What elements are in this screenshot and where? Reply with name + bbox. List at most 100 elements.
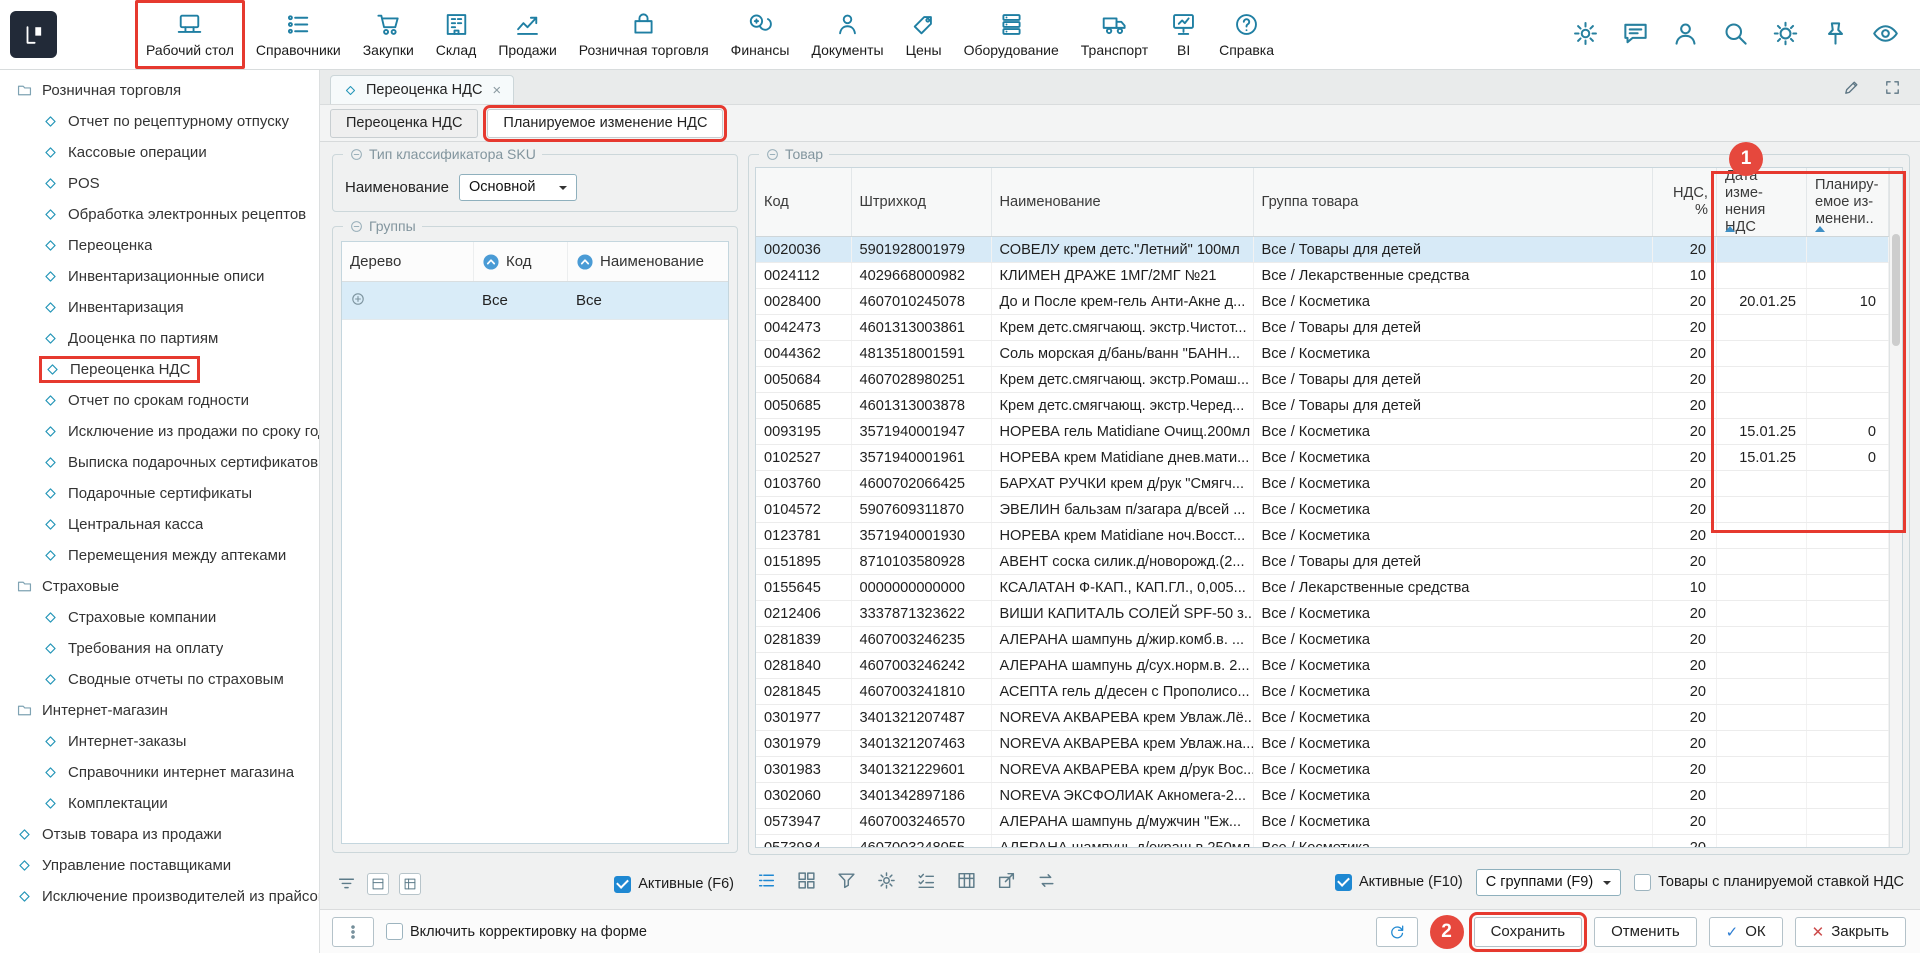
nav-item-warehouse[interactable]: Склад <box>425 0 488 69</box>
eye-button[interactable] <box>1869 17 1902 53</box>
sidebar-item[interactable]: Подарочные сертификаты <box>0 478 319 509</box>
filter-button[interactable] <box>834 868 859 896</box>
sidebar-item[interactable]: Дооценка по партиям <box>0 323 319 354</box>
check-list-button[interactable] <box>914 868 939 896</box>
fullscreen-icon[interactable] <box>1883 78 1902 97</box>
product-column-header[interactable]: Планиру- емое из- менени.. <box>1807 168 1889 237</box>
nav-item-transport[interactable]: Транспорт <box>1070 0 1159 69</box>
active-f6-checkbox[interactable]: Активные (F6) <box>614 876 734 893</box>
more-actions-button[interactable] <box>332 917 374 947</box>
expand-all-button[interactable] <box>399 873 421 895</box>
product-row[interactable]: 00241124029668000982КЛИМЕН ДРАЖЕ 1МГ/2МГ… <box>756 263 1889 289</box>
nav-item-desktop[interactable]: Рабочий стол <box>135 0 245 69</box>
user-button[interactable] <box>1669 17 1702 53</box>
product-row[interactable]: 01045725907609311870ЭВЕЛИН бальзам п/заг… <box>756 497 1889 523</box>
sidebar-item[interactable]: Интернет-магазин <box>0 695 319 726</box>
classifier-type-select[interactable]: Основной <box>459 174 577 201</box>
sidebar-item[interactable]: Отчет по рецептурному отпуску <box>0 106 319 137</box>
sidebar-item[interactable]: Отзыв товара из продажи <box>0 819 319 850</box>
refresh-button[interactable] <box>1376 917 1418 947</box>
edit-icon[interactable] <box>1842 78 1861 97</box>
product-column-header[interactable]: Штрихкод <box>851 168 991 237</box>
product-row[interactable]: 05739844607003248055АЛЕРАНА шампунь д/ок… <box>756 835 1889 849</box>
product-row[interactable]: 02818404607003246242АЛЕРАНА шампунь д/су… <box>756 653 1889 679</box>
nav-item-list[interactable]: Справочники <box>245 0 352 69</box>
subtab[interactable]: Планируемое изменение НДС <box>487 109 723 138</box>
groups-tree-row[interactable]: ВсеВсе <box>342 282 728 320</box>
nav-item-documents[interactable]: Документы <box>800 0 894 69</box>
collapse-icon[interactable] <box>349 147 364 162</box>
sidebar-item[interactable]: Инвентаризационные описи <box>0 261 319 292</box>
settings-button[interactable] <box>1569 17 1602 53</box>
ok-button[interactable]: ✓ ОК <box>1709 917 1783 947</box>
product-row[interactable]: 02818454607003241810АСЕПТА гель д/десен … <box>756 679 1889 705</box>
groups-column-header[interactable]: Наименование <box>568 242 728 281</box>
product-row[interactable]: 00284004607010245078До и После крем-гель… <box>756 289 1889 315</box>
save-button[interactable]: Сохранить <box>1474 917 1583 947</box>
product-row[interactable]: 01237813571940001930НОРЕВА крем Matidian… <box>756 523 1889 549</box>
product-row[interactable]: 00506854601313003878Крем детс.смягчающ. … <box>756 393 1889 419</box>
cancel-button[interactable]: Отменить <box>1594 917 1697 947</box>
product-column-header[interactable]: Код <box>756 168 851 237</box>
sidebar-item[interactable]: Сводные отчеты по страховым <box>0 664 319 695</box>
sidebar-item[interactable]: Перемещения между аптеками <box>0 540 319 571</box>
swap-button[interactable] <box>1034 868 1059 896</box>
product-column-header[interactable]: Наименование <box>991 168 1253 237</box>
sidebar-item[interactable]: Комплектации <box>0 788 319 819</box>
search-button[interactable] <box>1719 17 1752 53</box>
product-row[interactable]: 00200365901928001979СОВЕЛУ крем детс."Ле… <box>756 237 1889 263</box>
sidebar-item[interactable]: Требования на оплату <box>0 633 319 664</box>
export-button[interactable] <box>994 868 1019 896</box>
sidebar-item[interactable]: Исключение производителей из прайсов <box>0 881 319 912</box>
view-list-button[interactable] <box>754 868 779 896</box>
groups-mode-select[interactable]: С группами (F9) <box>1476 869 1621 896</box>
product-row[interactable]: 02124063337871323622ВИШИ КАПИТАЛЬ СОЛЕЙ … <box>756 601 1889 627</box>
product-row[interactable]: 00424734601313003861Крем детс.смягчающ. … <box>756 315 1889 341</box>
product-row[interactable]: 01556450000000000000КСАЛАТАН Ф-КАП., КАП… <box>756 575 1889 601</box>
sidebar-item[interactable]: Исключение из продажи по сроку годности <box>0 416 319 447</box>
product-column-header[interactable]: Группа товара <box>1253 168 1653 237</box>
product-row[interactable]: 03019793401321207463NOREVA АКВАРЕВА крем… <box>756 731 1889 757</box>
sortasc-icon[interactable] <box>576 253 594 271</box>
sidebar-item[interactable]: Обработка электронных рецептов <box>0 199 319 230</box>
nav-item-cart[interactable]: Закупки <box>352 0 425 69</box>
pin-button[interactable] <box>1819 17 1852 53</box>
subtab[interactable]: Переоценка НДС <box>330 109 478 138</box>
columns-button[interactable] <box>954 868 979 896</box>
sidebar-item[interactable]: Выписка подарочных сертификатов <box>0 447 319 478</box>
sidebar-item[interactable]: Интернет-заказы <box>0 726 319 757</box>
product-row[interactable]: 00506844607028980251Крем детс.смягчающ. … <box>756 367 1889 393</box>
active-f10-checkbox[interactable]: Активные (F10) <box>1335 874 1463 891</box>
nav-item-help[interactable]: Справка <box>1208 0 1285 69</box>
groups-column-header[interactable]: Код <box>474 242 568 281</box>
vertical-scrollbar[interactable] <box>1889 168 1902 847</box>
sidebar-item[interactable]: Страховые компании <box>0 602 319 633</box>
groups-column-header[interactable]: Дерево <box>342 242 474 281</box>
product-row[interactable]: 05739474607003246570АЛЕРАНА шампунь д/му… <box>756 809 1889 835</box>
collapse-icon[interactable] <box>349 219 364 234</box>
scrollbar-thumb[interactable] <box>1892 234 1900 346</box>
tab-close-icon[interactable]: × <box>492 82 501 99</box>
sortasc-icon[interactable] <box>482 253 500 271</box>
sidebar-item[interactable]: Управление поставщиками <box>0 850 319 881</box>
product-row[interactable]: 01025273571940001961НОРЕВА крем Matidian… <box>756 445 1889 471</box>
sidebar-item[interactable]: Переоценка <box>0 230 319 261</box>
plus-icon[interactable] <box>350 291 366 307</box>
planned-vat-checkbox[interactable]: Товары с планируемой ставкой НДС <box>1634 874 1904 891</box>
collapse-all-button[interactable] <box>367 873 389 895</box>
view-grid-button[interactable] <box>794 868 819 896</box>
product-row[interactable]: 02818394607003246235АЛЕРАНА шампунь д/жи… <box>756 627 1889 653</box>
product-row[interactable]: 00931953571940001947НОРЕВА гель Matidian… <box>756 419 1889 445</box>
nav-item-sales[interactable]: Продажи <box>487 0 567 69</box>
form-adjustment-checkbox[interactable]: Включить корректировку на форме <box>386 923 647 940</box>
collapse-icon[interactable] <box>765 147 780 162</box>
sidebar-item[interactable]: Страховые <box>0 571 319 602</box>
nav-item-equipment[interactable]: Оборудование <box>953 0 1070 69</box>
settings-button[interactable] <box>874 868 899 896</box>
sidebar-item[interactable]: Розничная торговля <box>0 75 319 106</box>
sidebar-item[interactable]: Справочники интернет магазина <box>0 757 319 788</box>
nav-item-bi[interactable]: BI <box>1159 0 1208 69</box>
close-button[interactable]: ✕ Закрыть <box>1795 917 1906 947</box>
theme-button[interactable] <box>1769 17 1802 53</box>
product-row[interactable]: 03019773401321207487NOREVA АКВАРЕВА крем… <box>756 705 1889 731</box>
